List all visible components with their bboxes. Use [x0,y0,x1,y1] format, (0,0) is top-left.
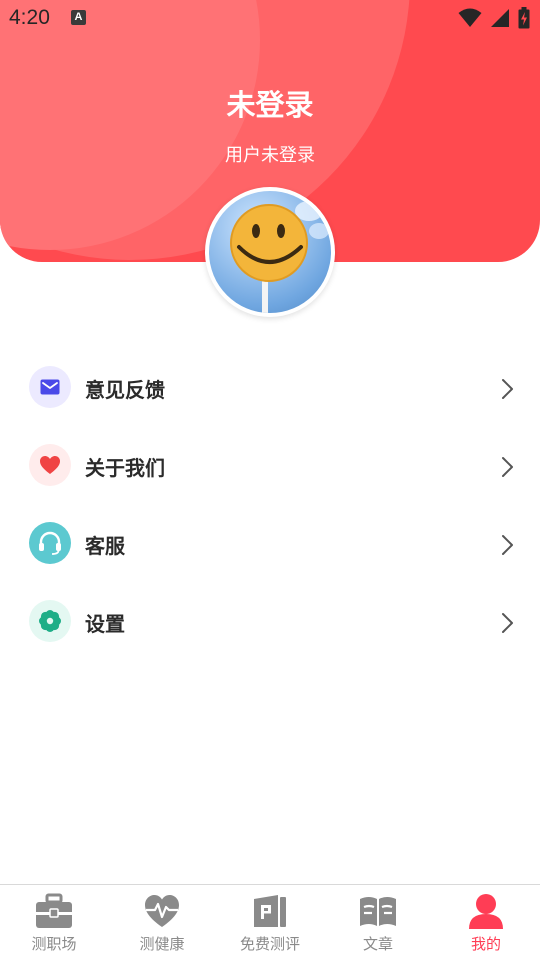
menu-item-label: 关于我们 [85,456,165,480]
a-letter-icon: A [71,10,86,25]
login-status-subtitle[interactable]: 用户未登录 [0,141,540,167]
tab-health-test[interactable]: 测健康 [108,885,216,960]
heart-pulse-icon [145,895,179,927]
open-book-icon [360,897,396,926]
tab-label: 测职场 [31,935,77,953]
menu-item-about[interactable]: 关于我们 [0,428,540,506]
menu-item-customer-service[interactable]: 客服 [0,506,540,584]
tab-label: 我的 [470,935,501,953]
tab-mine[interactable]: 我的 [432,885,540,960]
chevron-right-icon [502,613,513,633]
tab-label: 测健康 [139,935,185,953]
person-icon [469,894,503,929]
menu-item-feedback[interactable]: 意见反馈 [0,350,540,428]
heart-icon [29,444,71,486]
status-bar: 4:20 A [0,0,540,36]
battery-charging-icon [518,7,530,29]
flower-gear-icon [29,600,71,642]
wifi-icon [458,8,482,27]
menu-item-label: 意见反馈 [85,378,165,402]
signal-icon [491,9,509,27]
bottom-navigation: 测职场 测健康 免费测评 文章 我的 [0,884,540,960]
headset-icon [29,522,71,564]
avatar[interactable] [205,187,335,317]
tab-articles[interactable]: 文章 [324,885,432,960]
chevron-right-icon [502,379,513,399]
smiley-lollipop-image [230,201,329,313]
menu-item-settings[interactable]: 设置 [0,584,540,662]
tab-label: 文章 [362,935,393,953]
status-time: 4:20 [9,6,50,29]
chevron-right-icon [502,457,513,477]
status-icons [458,7,530,29]
form-icon [254,895,286,927]
page-title: 未登录 [226,88,314,122]
tab-label: 免费测评 [239,935,300,953]
profile-screen: 4:20 A 未登录 用户未登录 意见反馈 关于我们 客服 设置 测职场 测健康… [0,0,540,960]
settings-menu: 意见反馈 关于我们 客服 设置 [0,350,540,662]
tab-free-assessment[interactable]: 免费测评 [216,885,324,960]
tab-career-test[interactable]: 测职场 [0,885,108,960]
mail-icon [29,366,71,408]
briefcase-icon [36,893,72,928]
avatar-image [209,191,331,313]
menu-item-label: 设置 [85,612,125,636]
chevron-right-icon [502,535,513,555]
menu-item-label: 客服 [85,534,125,558]
